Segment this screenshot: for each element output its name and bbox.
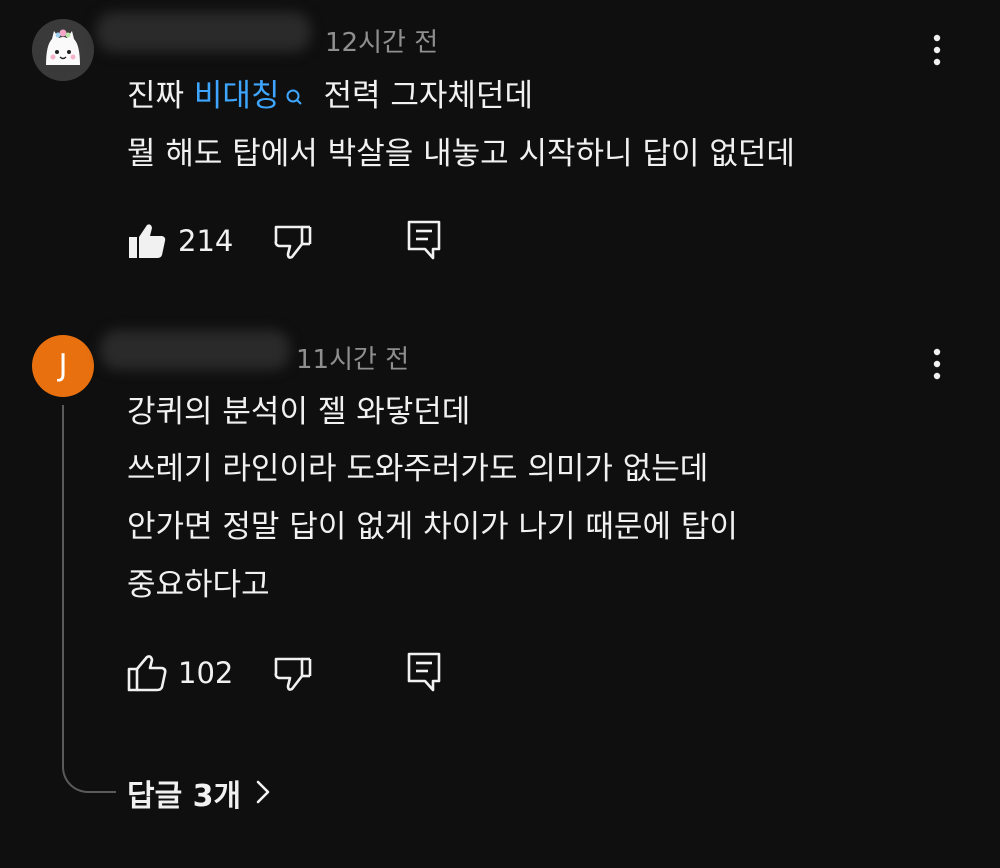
view-replies-button[interactable]: 답글 3개 bbox=[127, 777, 271, 817]
thumbs-up-icon bbox=[127, 655, 167, 692]
like-button[interactable] bbox=[126, 652, 168, 694]
dislike-button[interactable] bbox=[272, 652, 314, 694]
chevron-right-icon bbox=[255, 776, 271, 816]
replies-label: 답글 3개 bbox=[127, 779, 242, 814]
comment-text-line: 안가면 정말 답이 없게 차이가 나기 때문에 탑이 bbox=[127, 509, 738, 545]
thread-connector bbox=[62, 405, 116, 793]
comment-timestamp: 11시간 전 bbox=[296, 345, 410, 375]
like-count: 102 bbox=[178, 656, 234, 690]
thumbs-down-icon bbox=[274, 657, 312, 691]
comment-text-line: 강퀴의 분석이 젤 와닿던데 bbox=[127, 394, 471, 430]
comment-text-line: 쓰레기 라인이라 도와주러가도 의미가 없는데 bbox=[127, 451, 709, 487]
avatar[interactable]: J bbox=[32, 335, 94, 397]
author-name-redacted bbox=[100, 330, 290, 370]
reply-button[interactable] bbox=[404, 650, 444, 694]
comment-text-line: 중요하다고 bbox=[127, 567, 270, 603]
comment-reply-icon bbox=[407, 652, 441, 692]
more-vert-icon bbox=[933, 348, 941, 380]
comment-2: J 11시간 전 강퀴의 분석이 젤 와닿던데 쓰레기 라인이라 도와주러가도 … bbox=[0, 0, 1000, 868]
more-options-button[interactable] bbox=[917, 340, 957, 388]
